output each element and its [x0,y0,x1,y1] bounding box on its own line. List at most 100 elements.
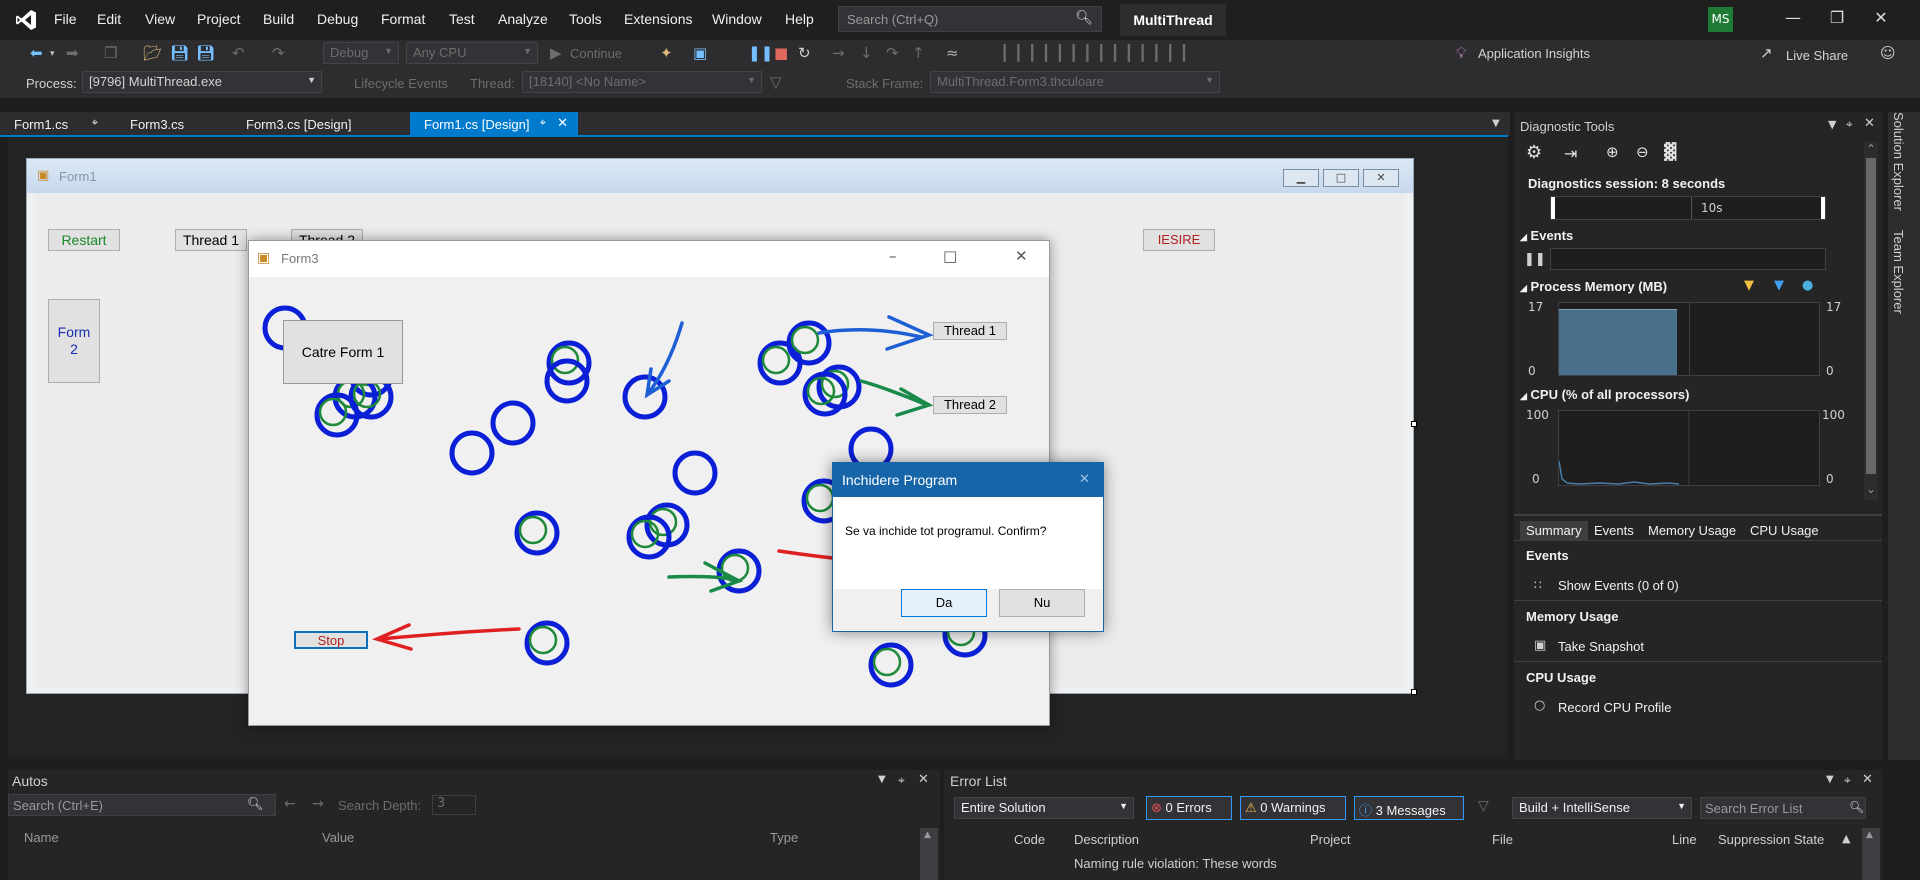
menu-help[interactable]: Help [785,11,814,27]
tab-form1-cs[interactable]: Form1.cs ⌖ [0,112,108,136]
search-input[interactable]: Search (Ctrl+Q) 🔍︎ [838,6,1102,32]
column-description[interactable]: Description [1074,832,1139,847]
no-button[interactable]: Nu [999,589,1085,617]
close-icon[interactable]: ✕ [1079,471,1090,487]
errors-filter-button[interactable]: ⊗ 0 Errors [1146,796,1232,820]
process-dropdown[interactable]: [9796] MultiThread.exe ▼ [82,71,322,93]
menu-tools[interactable]: Tools [569,11,602,27]
thread2-button[interactable]: Thread 2 [933,396,1007,414]
menu-extensions[interactable]: Extensions [624,11,692,27]
timeline-end-handle[interactable] [1821,197,1825,219]
menu-analyze[interactable]: Analyze [498,11,548,27]
take-snapshot-button[interactable]: Take Snapshot [1558,639,1644,654]
close-icon[interactable]: ✕ [557,115,568,131]
column-project[interactable]: Project [1310,832,1350,847]
chevron-up-icon[interactable]: ▲ [1866,830,1873,840]
maximize-icon[interactable]: □ [1323,169,1359,187]
chevron-down-icon[interactable]: ▼ [878,774,886,785]
record-cpu-profile-button[interactable]: Record CPU Profile [1558,700,1671,715]
tab-events[interactable]: Events [1588,521,1640,541]
collapse-icon[interactable]: ◢ [1520,391,1527,401]
column-type[interactable]: Type [770,830,798,845]
pin-icon[interactable]: ⌖ [1844,773,1851,788]
threads-icon[interactable]: ≈ [946,44,959,62]
resize-handle[interactable] [1411,421,1417,427]
menu-format[interactable]: Format [381,11,425,27]
pause-icon[interactable]: ❚❚ [1524,252,1546,267]
close-icon[interactable]: ✕ [1015,247,1028,265]
thread1-button[interactable]: Thread 1 [175,229,247,251]
tab-cpu-usage[interactable]: CPU Usage [1744,521,1825,541]
column-code[interactable]: Code [1014,832,1045,847]
close-icon[interactable]: ✕ [1363,169,1399,187]
pause-icon[interactable]: ❚❚ [748,44,773,62]
scope-dropdown[interactable]: Entire Solution ▼ [954,797,1134,819]
feedback-icon[interactable]: ☺ [1880,44,1896,62]
column-file[interactable]: File [1492,832,1513,847]
back-icon[interactable]: ⬅ [30,44,43,62]
lifecycle-events-button[interactable]: Lifecycle Events [354,76,448,91]
column-name[interactable]: Name [24,830,59,845]
save-all-icon[interactable]: 💾︎ [196,44,215,62]
menu-build[interactable]: Build [263,11,294,27]
sort-icon[interactable]: ▲ [1842,832,1850,845]
build-filter-dropdown[interactable]: Build + IntelliSense ▼ [1512,797,1692,819]
chevron-up-icon[interactable]: ▲ [924,830,931,840]
close-icon[interactable]: ✕ [1866,8,1896,27]
chevron-down-icon[interactable]: ▾ [50,49,55,59]
menu-edit[interactable]: Edit [97,11,121,27]
yes-button[interactable]: Da [901,589,987,617]
restart-icon[interactable]: ↻ [798,44,811,62]
pin-source-icon[interactable]: ✦ [660,44,673,62]
scrollbar[interactable]: ▲ [1862,828,1880,880]
save-icon[interactable]: 💾︎ [170,44,189,62]
collapse-icon[interactable]: ◢ [1520,232,1527,242]
autos-search-input[interactable]: Search (Ctrl+E) 🔍︎ [8,794,276,816]
minimize-icon[interactable]: – [889,247,897,265]
pin-icon[interactable]: ⌖ [1846,117,1853,132]
stack-frame-dropdown[interactable]: MultiThread.Form3.thculoare ▼ [930,71,1220,93]
close-icon[interactable]: ✕ [1864,116,1875,131]
tab-memory-usage[interactable]: Memory Usage [1642,521,1742,541]
tab-form3-design[interactable]: Form3.cs [Design] [232,112,402,136]
catre-form1-button[interactable]: Catre Form 1 [283,320,403,384]
thread-dropdown[interactable]: [18140] <No Name> ▼ [522,71,762,93]
warnings-filter-button[interactable]: ⚠ 0 Warnings [1240,796,1346,820]
error-list-search-input[interactable]: Search Error List 🔍︎ [1700,797,1866,819]
maximize-icon[interactable]: □ [943,247,957,265]
export-icon[interactable]: ⇥ [1564,144,1577,163]
thread1-button[interactable]: Thread 1 [933,322,1007,340]
chevron-down-icon[interactable]: ▼ [1828,118,1836,131]
show-events-link[interactable]: Show Events (0 of 0) [1558,578,1679,593]
zoom-out-icon[interactable]: ⊖ [1636,143,1649,161]
menu-project[interactable]: Project [197,11,241,27]
platform-dropdown[interactable]: Any CPU ▼ [406,42,538,64]
chevron-down-icon[interactable]: ⌄ [1866,482,1876,496]
tab-overflow-icon[interactable]: ▼ [1492,118,1500,129]
menu-file[interactable]: File [54,11,77,27]
chart-icon[interactable]: ▓ [1664,142,1676,161]
menu-test[interactable]: Test [449,11,475,27]
menu-debug[interactable]: Debug [317,11,358,27]
application-insights-button[interactable]: Application Insights [1478,46,1590,61]
live-share-button[interactable]: Live Share [1786,48,1848,63]
scrollbar[interactable]: ▲ [920,828,938,880]
team-explorer-tab[interactable]: Team Explorer [1891,230,1906,314]
stop-button[interactable]: Stop [294,631,368,649]
configuration-dropdown[interactable]: Debug ▼ [323,42,399,64]
column-suppression-state[interactable]: Suppression State [1718,832,1824,847]
collapse-icon[interactable]: ◢ [1520,283,1527,293]
stop-icon[interactable]: ■ [774,44,788,62]
pin-icon[interactable]: ⌖ [898,773,905,788]
zoom-in-icon[interactable]: ⊕ [1606,143,1619,161]
scrollbar[interactable]: ⌃ ⌄ [1864,142,1878,500]
minimize-icon[interactable]: — [1778,8,1808,27]
timeline-start-handle[interactable] [1551,197,1555,219]
resize-handle[interactable] [1411,689,1417,695]
scrollbar-thumb[interactable] [1866,158,1876,474]
tab-form3-cs[interactable]: Form3.cs [116,112,226,136]
solution-explorer-tab[interactable]: Solution Explorer [1891,112,1906,211]
column-value[interactable]: Value [322,830,354,845]
form2-button[interactable]: Form 2 [48,299,100,383]
column-line[interactable]: Line [1672,832,1697,847]
